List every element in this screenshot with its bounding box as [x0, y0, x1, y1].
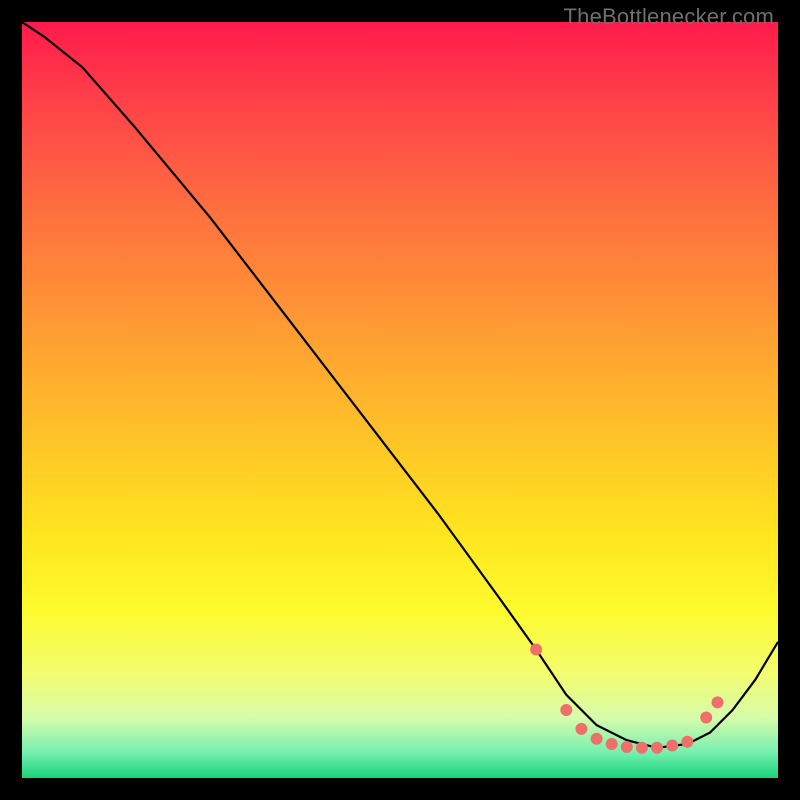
marker-dot [651, 742, 663, 754]
marker-dot [700, 712, 712, 724]
bottleneck-chart [22, 22, 778, 778]
chart-frame [22, 22, 778, 778]
marker-dot [560, 704, 572, 716]
marker-dot [606, 738, 618, 750]
marker-dot [712, 696, 724, 708]
marker-dot [591, 733, 603, 745]
marker-dot [666, 740, 678, 752]
marker-dot [636, 742, 648, 754]
marker-dot [621, 741, 633, 753]
marker-dot [530, 644, 542, 656]
watermark-text: TheBottlenecker.com [564, 4, 774, 30]
gradient-background [22, 22, 778, 778]
marker-dot [681, 736, 693, 748]
marker-dot [575, 723, 587, 735]
